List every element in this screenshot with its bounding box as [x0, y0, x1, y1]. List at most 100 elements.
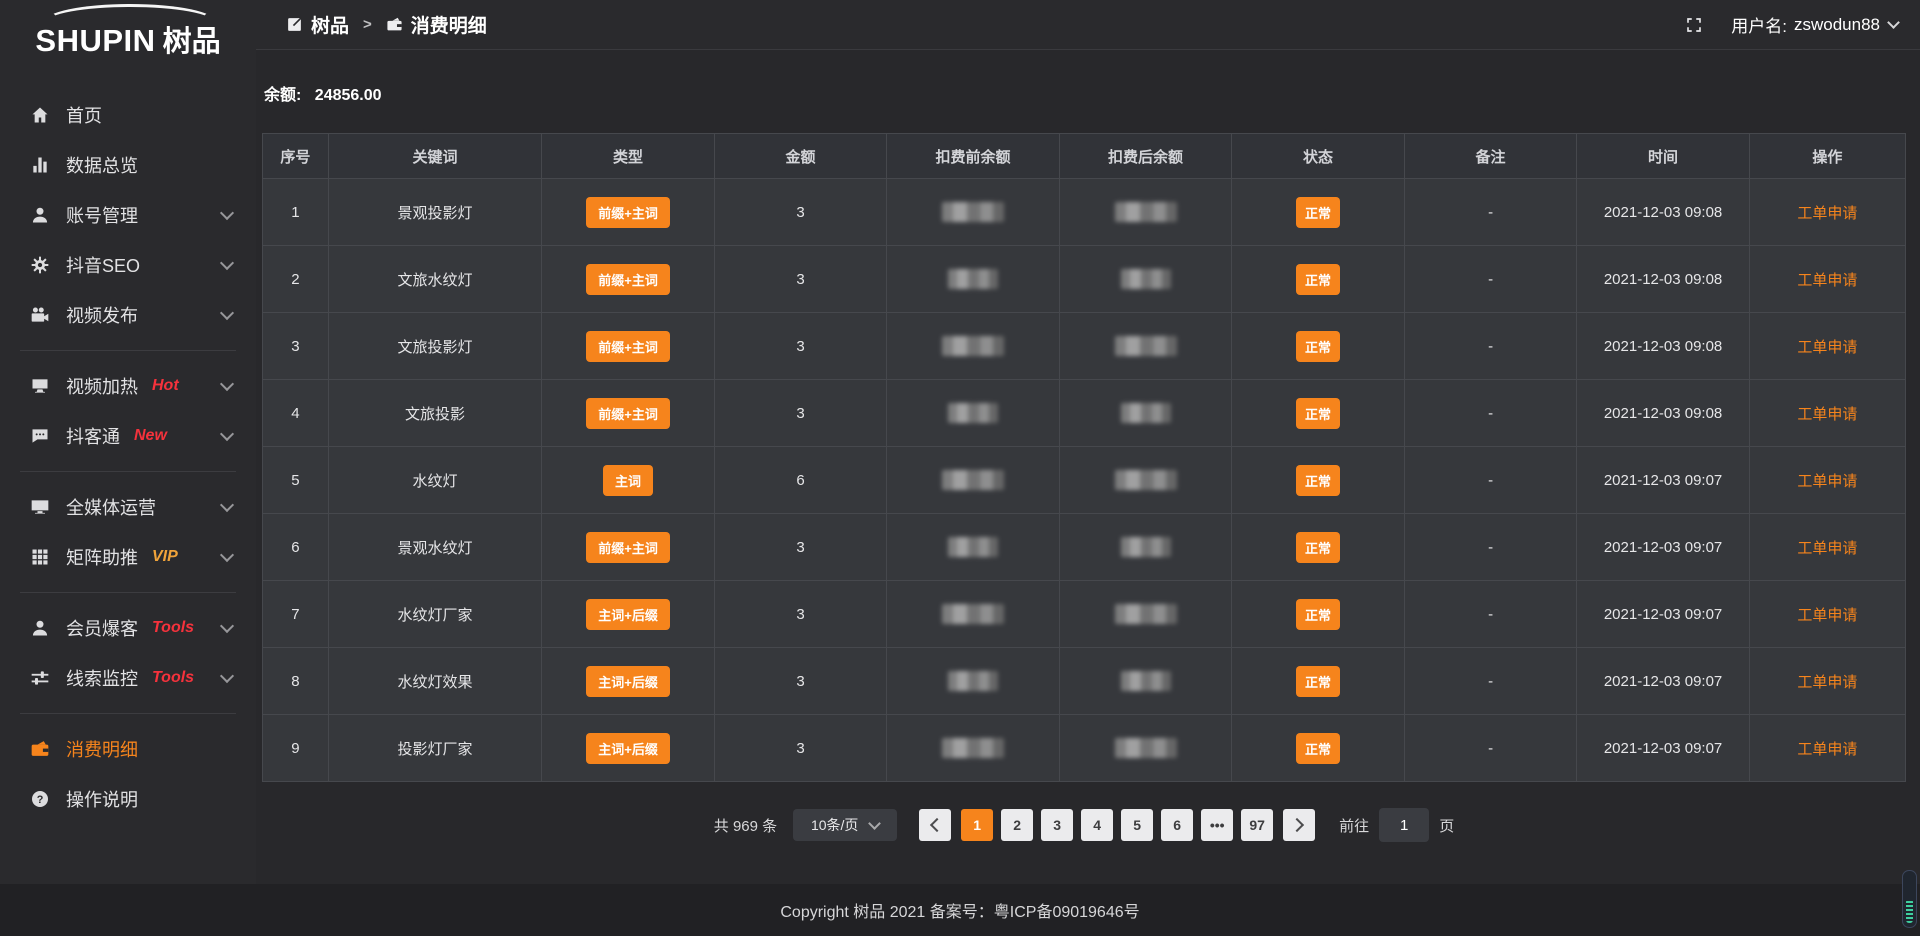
masked-value	[1115, 202, 1177, 222]
sidebar-item-tag: Tools	[152, 669, 194, 687]
work-order-link[interactable]: 工单申请	[1797, 205, 1857, 222]
sidebar-item-seo[interactable]: 抖音SEO	[0, 240, 256, 290]
cell-balance-before	[887, 179, 1060, 246]
work-order-link[interactable]: 工单申请	[1797, 406, 1857, 423]
fullscreen-icon[interactable]	[1685, 16, 1703, 34]
user-dropdown[interactable]: 用户名: zswodun88	[1731, 12, 1898, 37]
video-icon	[30, 305, 50, 325]
column-header: 扣费后余额	[1059, 134, 1232, 179]
cell-action: 工单申请	[1749, 246, 1905, 313]
cell-status: 正常	[1232, 380, 1405, 447]
sidebar-item-help[interactable]: ?操作说明	[0, 774, 256, 824]
type-badge: 前缀+主词	[586, 197, 670, 228]
table-body: 1景观投影灯前缀+主词3正常-2021-12-03 09:08工单申请2文旅水纹…	[263, 179, 1906, 782]
sidebar-item-overview[interactable]: 数据总览	[0, 140, 256, 190]
cell-action: 工单申请	[1749, 648, 1905, 715]
page-button-5[interactable]: 5	[1121, 809, 1153, 841]
work-order-link[interactable]: 工单申请	[1797, 741, 1857, 758]
cell-balance-after	[1059, 246, 1232, 313]
sidebar-item-media[interactable]: 全媒体运营	[0, 482, 256, 532]
balance-label: 余额:	[264, 87, 301, 104]
cell-action: 工单申请	[1749, 313, 1905, 380]
page-ellipsis-button[interactable]: •••	[1201, 809, 1233, 841]
breadcrumb: 树品 > 消费明细	[286, 11, 487, 38]
cell-index: 6	[263, 514, 329, 581]
goto-page-input[interactable]	[1379, 808, 1429, 842]
sidebar-item-label: 矩阵助推	[66, 544, 138, 570]
page-size-select[interactable]: 10条/页	[793, 809, 897, 841]
page-button-97[interactable]: 97	[1241, 809, 1273, 841]
sidebar-item-heat[interactable]: 视频加热Hot	[0, 361, 256, 411]
sidebar-item-matrix[interactable]: 矩阵助推VIP	[0, 532, 256, 582]
work-order-link[interactable]: 工单申请	[1797, 473, 1857, 490]
cell-remark: -	[1404, 179, 1577, 246]
cell-remark: -	[1404, 648, 1577, 715]
column-header: 关键词	[328, 134, 542, 179]
side-widget[interactable]	[1902, 870, 1917, 928]
cell-balance-before	[887, 715, 1060, 782]
cell-time: 2021-12-03 09:08	[1577, 179, 1750, 246]
sidebar-divider	[20, 471, 236, 472]
sidebar-item-consume[interactable]: 消费明细	[0, 724, 256, 774]
work-order-link[interactable]: 工单申请	[1797, 674, 1857, 691]
work-order-link[interactable]: 工单申请	[1797, 272, 1857, 289]
status-badge: 正常	[1296, 465, 1340, 496]
cell-amount: 3	[714, 514, 887, 581]
cell-keyword: 景观投影灯	[328, 179, 542, 246]
cell-time: 2021-12-03 09:07	[1577, 581, 1750, 648]
status-badge: 正常	[1296, 331, 1340, 362]
cell-index: 1	[263, 179, 329, 246]
chevron-down-icon	[220, 427, 234, 441]
cell-remark: -	[1404, 380, 1577, 447]
cell-time: 2021-12-03 09:07	[1577, 514, 1750, 581]
page-button-3[interactable]: 3	[1041, 809, 1073, 841]
cell-status: 正常	[1232, 514, 1405, 581]
cell-balance-after	[1059, 380, 1232, 447]
cell-amount: 3	[714, 581, 887, 648]
table-row: 1景观投影灯前缀+主词3正常-2021-12-03 09:08工单申请	[263, 179, 1906, 246]
prev-page-button[interactable]	[919, 809, 951, 841]
type-badge: 主词+后缀	[586, 666, 670, 697]
cell-remark: -	[1404, 447, 1577, 514]
type-badge: 主词+后缀	[586, 599, 670, 630]
goto-suffix: 页	[1439, 815, 1454, 836]
table-head: 序号关键词类型金额扣费前余额扣费后余额状态备注时间操作	[263, 134, 1906, 179]
page-button-2[interactable]: 2	[1001, 809, 1033, 841]
page-button-6[interactable]: 6	[1161, 809, 1193, 841]
brand-logo[interactable]: SHUPIN树品	[0, 0, 256, 84]
page-button-4[interactable]: 4	[1081, 809, 1113, 841]
sidebar-item-clue[interactable]: 线索监控 Tools	[0, 653, 256, 703]
cell-type: 主词	[542, 447, 715, 514]
work-order-link[interactable]: 工单申请	[1797, 540, 1857, 557]
cell-keyword: 景观水纹灯	[328, 514, 542, 581]
cell-type: 主词+后缀	[542, 648, 715, 715]
page-button-1[interactable]: 1	[961, 809, 993, 841]
sidebar-item-label: 消费明细	[66, 736, 138, 762]
cell-amount: 6	[714, 447, 887, 514]
column-header: 金额	[714, 134, 887, 179]
work-order-link[interactable]: 工单申请	[1797, 339, 1857, 356]
sidebar-item-label: 操作说明	[66, 786, 138, 812]
sidebar-item-tag: New	[134, 427, 167, 445]
sidebar-item-label: 线索监控	[66, 665, 138, 691]
cell-balance-before	[887, 447, 1060, 514]
member-icon	[30, 618, 50, 638]
breadcrumb-item-home[interactable]: 树品	[286, 11, 349, 38]
sidebar-item-publish[interactable]: 视频发布	[0, 290, 256, 340]
cell-balance-before	[887, 313, 1060, 380]
sidebar-item-account[interactable]: 账号管理	[0, 190, 256, 240]
status-badge: 正常	[1296, 599, 1340, 630]
chevron-left-icon	[930, 818, 944, 832]
sidebar-item-tag: Tools	[152, 619, 194, 637]
cell-type: 前缀+主词	[542, 246, 715, 313]
type-badge: 前缀+主词	[586, 398, 670, 429]
sidebar-item-home[interactable]: 首页	[0, 90, 256, 140]
next-page-button[interactable]	[1283, 809, 1315, 841]
cell-time: 2021-12-03 09:07	[1577, 715, 1750, 782]
chevron-down-icon	[220, 306, 234, 320]
sidebar-item-member[interactable]: 会员爆客Tools	[0, 603, 256, 653]
cell-time: 2021-12-03 09:07	[1577, 447, 1750, 514]
sidebar-item-doukerton[interactable]: 抖客通New	[0, 411, 256, 461]
work-order-link[interactable]: 工单申请	[1797, 607, 1857, 624]
cell-remark: -	[1404, 581, 1577, 648]
